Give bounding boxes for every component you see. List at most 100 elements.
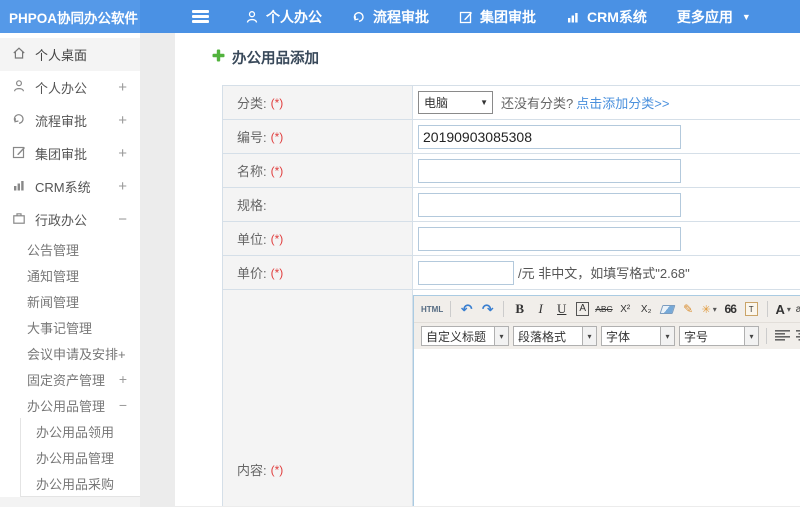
underline-button[interactable]: U: [553, 299, 570, 319]
blockquote-button[interactable]: 66: [722, 299, 739, 319]
expand-plus-icon[interactable]: +: [118, 112, 127, 129]
sidebar-item-workflow-approval[interactable]: 流程审批 +: [0, 104, 140, 137]
field-label: 规格:: [223, 188, 413, 221]
highlight-color-button[interactable]: ab✎▾: [796, 299, 800, 319]
page-title-row: 办公用品添加: [212, 47, 319, 68]
nav-item-workflow-approval[interactable]: 流程审批: [352, 7, 429, 27]
undo-icon[interactable]: ↶: [458, 299, 475, 319]
required-marker: (*): [271, 463, 284, 477]
collapse-minus-icon[interactable]: −: [119, 397, 127, 413]
form-row-category: 分类: (*) 电脑 ▼ 还没有分类? 点击添加分类>>: [223, 86, 800, 120]
unit-input[interactable]: [418, 227, 681, 251]
required-marker: (*): [271, 232, 284, 246]
main-content: 办公用品添加 分类: (*) 电脑 ▼ 还没有分类? 点击添加分类>> 编号: …: [175, 33, 800, 506]
select-caret-icon: ▾: [744, 327, 758, 345]
add-icon: [212, 49, 225, 67]
price-format-hint: /元 非中文，如填写格式"2.68": [518, 263, 690, 282]
sidebar-item-supplies-management[interactable]: 办公用品管理: [21, 444, 140, 470]
format-brush-icon[interactable]: ✎: [680, 299, 697, 319]
flow-icon: [12, 112, 26, 129]
add-category-link[interactable]: 点击添加分类>>: [576, 93, 669, 112]
caret-down-icon: ▼: [742, 12, 751, 22]
person-icon: [12, 79, 26, 96]
sidebar-item-admin-office[interactable]: 行政办公 −: [0, 203, 140, 236]
flow-icon: [352, 10, 366, 24]
strikethrough-button[interactable]: ABC: [595, 299, 612, 319]
custom-title-select[interactable]: 自定义标题 ▾: [421, 326, 509, 346]
sidebar: 个人桌面 个人办公 + 流程审批 + 集团审批 + CRM系统 + 行政办公 −…: [0, 33, 140, 506]
italic-button[interactable]: I: [532, 299, 549, 319]
eraser-icon[interactable]: [659, 299, 676, 319]
expand-plus-icon[interactable]: +: [119, 371, 127, 387]
expand-plus-icon[interactable]: +: [118, 145, 127, 162]
form-row-content: 内容: (*) HTML ↶ ↷ B I U A ABC: [223, 290, 800, 506]
code-input[interactable]: [418, 125, 681, 149]
sidebar-item-announcement-mgmt[interactable]: 公告管理: [0, 236, 140, 262]
page-title: 办公用品添加: [232, 47, 319, 68]
sidebar-item-office-supplies-mgmt[interactable]: 办公用品管理−: [0, 392, 140, 418]
sidebar-item-events-mgmt[interactable]: 大事记管理: [0, 314, 140, 340]
sidebar-item-meeting-mgmt[interactable]: 会议申请及安排+: [0, 340, 140, 366]
select-caret-icon: ▼: [480, 98, 488, 107]
paste-text-icon[interactable]: T: [743, 299, 760, 319]
required-marker: (*): [271, 266, 284, 280]
nav-item-more-apps[interactable]: 更多应用 ▼: [677, 7, 751, 27]
sidebar-subsubmenu: 办公用品领用 办公用品管理 办公用品采购: [20, 418, 140, 497]
sidebar-item-group-approval[interactable]: 集团审批 +: [0, 137, 140, 170]
required-marker: (*): [271, 96, 284, 110]
sidebar-item-personal-desktop[interactable]: 个人桌面: [0, 38, 140, 71]
editor-content-area[interactable]: [414, 349, 800, 506]
menu-icon[interactable]: [192, 8, 209, 26]
no-category-hint: 还没有分类?: [501, 93, 573, 112]
font-size-select[interactable]: 字号 ▾: [679, 326, 759, 346]
collapse-minus-icon[interactable]: −: [118, 211, 127, 228]
sidebar-item-notice-mgmt[interactable]: 通知管理: [0, 262, 140, 288]
nav-item-crm[interactable]: CRM系统: [566, 7, 647, 27]
sidebar-item-news-mgmt[interactable]: 新闻管理: [0, 288, 140, 314]
auto-format-button[interactable]: ✳▾: [701, 299, 718, 319]
form-row-unit: 单位: (*): [223, 222, 800, 256]
sidebar-item-personal-office[interactable]: 个人办公 +: [0, 71, 140, 104]
html-source-button[interactable]: HTML: [421, 299, 443, 319]
spec-input[interactable]: [418, 193, 681, 217]
font-family-select[interactable]: 字体 ▾: [601, 326, 675, 346]
top-bar: PHPOA协同办公软件 个人办公 流程审批 集团审批 CRM系统 更多应用 ▼: [0, 0, 800, 33]
nav-item-group-approval[interactable]: 集团审批: [459, 7, 536, 27]
expand-plus-icon[interactable]: +: [118, 178, 127, 195]
paragraph-format-select[interactable]: 段落格式 ▾: [513, 326, 597, 346]
supply-add-form: 分类: (*) 电脑 ▼ 还没有分类? 点击添加分类>> 编号: (*): [222, 85, 800, 506]
sidebar-item-supplies-purchase[interactable]: 办公用品采购: [21, 470, 140, 496]
briefcase-icon: [12, 211, 26, 228]
sidebar-item-crm[interactable]: CRM系统 +: [0, 170, 140, 203]
nav-item-personal-office[interactable]: 个人办公: [245, 7, 322, 27]
name-input[interactable]: [418, 159, 681, 183]
border-text-button[interactable]: A: [574, 299, 591, 319]
redo-icon[interactable]: ↷: [479, 299, 496, 319]
caret-down-icon: ▾: [787, 305, 791, 314]
edit-icon: [459, 10, 473, 24]
superscript-button[interactable]: X²: [617, 299, 634, 319]
chart-icon: [12, 178, 26, 195]
sidebar-item-supplies-requisition[interactable]: 办公用品领用: [21, 418, 140, 444]
category-select[interactable]: 电脑 ▼: [418, 91, 493, 114]
caret-down-icon: ▾: [713, 305, 717, 314]
form-row-spec: 规格:: [223, 188, 800, 222]
font-color-button[interactable]: A▾: [775, 299, 792, 319]
align-left-icon[interactable]: [775, 329, 790, 344]
required-marker: (*): [271, 164, 284, 178]
person-icon: [245, 10, 259, 24]
field-label: 单价: (*): [223, 256, 413, 289]
price-input[interactable]: [418, 261, 514, 285]
home-icon: [12, 46, 26, 63]
field-label: 分类: (*): [223, 86, 413, 119]
editor-toolbar-row2: 自定义标题 ▾ 段落格式 ▾ 字体 ▾ 字号 ▾: [414, 323, 800, 349]
sidebar-item-fixed-assets-mgmt[interactable]: 固定资产管理+: [0, 366, 140, 392]
subscript-button[interactable]: X₂: [638, 299, 655, 319]
form-row-code: 编号: (*): [223, 120, 800, 154]
select-caret-icon: ▾: [582, 327, 596, 345]
bold-button[interactable]: B: [511, 299, 528, 319]
app-logo: PHPOA协同办公软件: [0, 0, 140, 33]
align-center-icon[interactable]: [796, 329, 800, 344]
edit-icon: [12, 145, 26, 162]
expand-plus-icon[interactable]: +: [118, 79, 127, 96]
